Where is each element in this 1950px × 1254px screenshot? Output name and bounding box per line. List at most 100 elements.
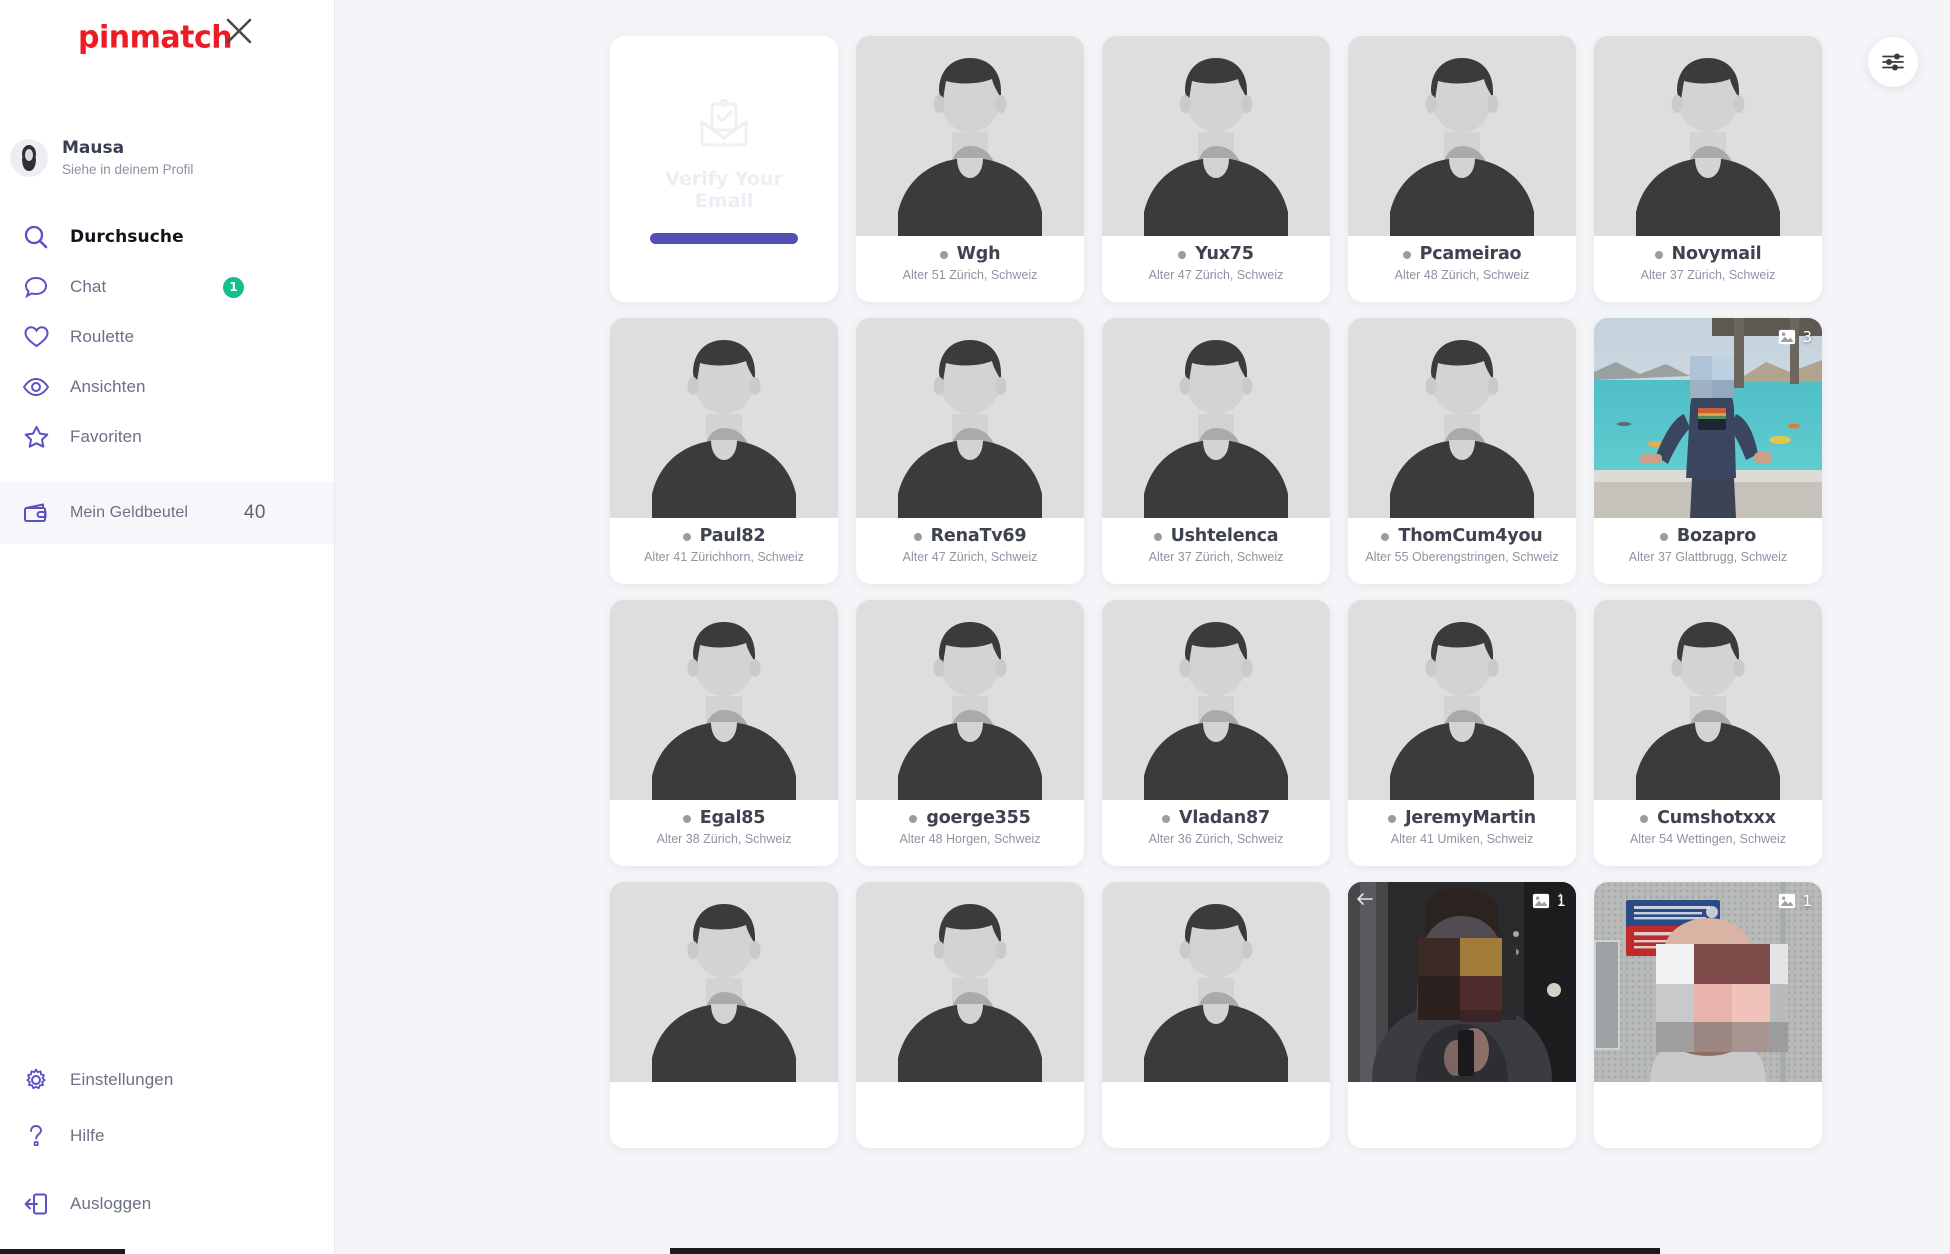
profile-card[interactable]: Ushtelenca Alter 37 Zürich, Schweiz bbox=[1102, 318, 1330, 584]
profile-photo[interactable] bbox=[856, 318, 1084, 518]
sidebar-item-label: Favoriten bbox=[70, 427, 142, 446]
profile-username: Paul82 bbox=[683, 526, 766, 546]
profile-photo[interactable] bbox=[1102, 36, 1330, 236]
profile-card[interactable]: 1 bbox=[1594, 882, 1822, 1148]
brand-logo: pinmatch bbox=[78, 19, 233, 56]
profile-card[interactable]: ThomCum4you Alter 55 Oberengstringen, Sc… bbox=[1348, 318, 1576, 584]
sidebar-item-einstellungen[interactable]: Einstellungen bbox=[0, 1052, 334, 1108]
sidebar-item-chat[interactable]: Chat 1 bbox=[0, 262, 334, 312]
sidebar-item-hilfe[interactable]: Hilfe bbox=[0, 1108, 334, 1164]
sidebar-item-roulette[interactable]: Roulette bbox=[0, 312, 334, 362]
search-icon bbox=[16, 224, 56, 250]
person-placeholder-icon bbox=[1348, 318, 1576, 518]
avatar bbox=[10, 139, 48, 177]
sidebar-item-favoriten[interactable]: Favoriten bbox=[0, 412, 334, 462]
profile-info: Alter 54 Wettingen, Schweiz bbox=[1629, 832, 1787, 847]
profile-photo[interactable] bbox=[856, 600, 1084, 800]
horizontal-scrollbar[interactable] bbox=[670, 1246, 1950, 1254]
profile-info: Alter 51 Zürich, Schweiz bbox=[902, 268, 1038, 283]
person-placeholder-icon bbox=[610, 318, 838, 518]
profile-photo[interactable] bbox=[1102, 882, 1330, 1082]
chat-bubble-icon bbox=[16, 274, 56, 300]
person-placeholder-icon bbox=[856, 318, 1084, 518]
profile-photo[interactable] bbox=[610, 318, 838, 518]
close-icon[interactable] bbox=[222, 14, 256, 48]
scrollbar-thumb[interactable] bbox=[670, 1248, 1660, 1254]
image-icon bbox=[1779, 893, 1796, 909]
profile-meta: RenaTv69 Alter 47 Zürich, Schweiz bbox=[856, 518, 1084, 584]
profile-photo[interactable] bbox=[856, 36, 1084, 236]
verify-email-button[interactable] bbox=[650, 232, 798, 244]
profile-name: Mausa bbox=[62, 137, 125, 158]
profile-info: Alter 37 Zürich, Schweiz bbox=[1148, 550, 1284, 565]
profile-card[interactable] bbox=[856, 882, 1084, 1148]
profile-card[interactable]: Wgh Alter 51 Zürich, Schweiz bbox=[856, 36, 1084, 302]
sidebar-item-wallet[interactable]: Mein Geldbeutel 40 bbox=[0, 482, 334, 544]
profile-card[interactable]: 1 ⋮ bbox=[1348, 882, 1576, 1148]
profile-meta: Wgh Alter 51 Zürich, Schweiz bbox=[856, 236, 1084, 302]
profile-card[interactable]: Novymail Alter 37 Zürich, Schweiz bbox=[1594, 36, 1822, 302]
person-placeholder-icon bbox=[1102, 882, 1330, 1082]
profile-username: Bozapro bbox=[1660, 526, 1756, 546]
corridor-photo bbox=[1348, 882, 1576, 1082]
profile-card[interactable]: Yux75 Alter 47 Zürich, Schweiz bbox=[1102, 36, 1330, 302]
profile-card[interactable] bbox=[610, 882, 838, 1148]
sidebar-item-label: Durchsuche bbox=[70, 227, 184, 247]
profile-photo[interactable] bbox=[1348, 600, 1576, 800]
profile-username: Egal85 bbox=[683, 808, 766, 828]
profile-card[interactable]: Cumshotxxx Alter 54 Wettingen, Schweiz bbox=[1594, 600, 1822, 866]
profile-meta: goerge355 Alter 48 Horgen, Schweiz bbox=[856, 800, 1084, 866]
profile-photo[interactable] bbox=[1594, 36, 1822, 236]
profile-photo[interactable]: 3 bbox=[1594, 318, 1822, 518]
profile-card[interactable]: Pcameirao Alter 48 Zürich, Schweiz bbox=[1348, 36, 1576, 302]
profile-photo[interactable]: 1 bbox=[1594, 882, 1822, 1082]
profile-info: Alter 47 Zürich, Schweiz bbox=[1148, 268, 1284, 283]
profile-info: Alter 48 Horgen, Schweiz bbox=[899, 832, 1041, 847]
person-placeholder-icon bbox=[1102, 318, 1330, 518]
photo-count-text: 1 bbox=[1802, 892, 1812, 910]
profile-card[interactable]: RenaTv69 Alter 47 Zürich, Schweiz bbox=[856, 318, 1084, 584]
profile-photo[interactable] bbox=[856, 882, 1084, 1082]
profile-photo[interactable]: 1 ⋮ bbox=[1348, 882, 1576, 1082]
back-arrow-icon[interactable] bbox=[1356, 892, 1374, 906]
more-options-icon[interactable]: ⋮ bbox=[1553, 892, 1568, 907]
person-placeholder-icon bbox=[1348, 600, 1576, 800]
profile-username: Yux75 bbox=[1178, 244, 1254, 264]
profile-card[interactable]: Egal85 Alter 38 Zürich, Schweiz bbox=[610, 600, 838, 866]
person-placeholder-icon bbox=[610, 882, 838, 1082]
main-content: Verify Your Email Wgh Alter 51 Zürich, S… bbox=[335, 0, 1950, 1254]
sidebar-item-ansichten[interactable]: Ansichten bbox=[0, 362, 334, 412]
profile-meta: Egal85 Alter 38 Zürich, Schweiz bbox=[610, 800, 838, 866]
profile-photo[interactable] bbox=[610, 600, 838, 800]
profile-photo[interactable] bbox=[1348, 318, 1576, 518]
profile-card[interactable]: Vladan87 Alter 36 Zürich, Schweiz bbox=[1102, 600, 1330, 866]
sidebar-item-ausloggen[interactable]: Ausloggen bbox=[0, 1176, 334, 1232]
profile-summary[interactable]: Mausa Siehe in deinem Profil bbox=[0, 130, 334, 186]
profile-photo[interactable] bbox=[1102, 600, 1330, 800]
profile-card[interactable]: JeremyMartin Alter 41 Umiken, Schweiz bbox=[1348, 600, 1576, 866]
profile-photo[interactable] bbox=[1102, 318, 1330, 518]
profile-photo[interactable] bbox=[1594, 600, 1822, 800]
profile-photo[interactable] bbox=[610, 882, 838, 1082]
verify-email-card[interactable]: Verify Your Email bbox=[610, 36, 838, 302]
profile-username: JeremyMartin bbox=[1388, 808, 1536, 828]
profile-info: Alter 55 Oberengstringen, Schweiz bbox=[1365, 550, 1559, 565]
profile-photo[interactable] bbox=[1348, 36, 1576, 236]
image-icon bbox=[1779, 329, 1796, 345]
sidebar-item-label: Mein Geldbeutel bbox=[70, 504, 189, 521]
profile-card[interactable]: goerge355 Alter 48 Horgen, Schweiz bbox=[856, 600, 1084, 866]
sidebar-item-label: Chat bbox=[70, 277, 107, 296]
gear-icon bbox=[16, 1067, 56, 1093]
filter-button[interactable] bbox=[1868, 37, 1918, 87]
profile-meta: Novymail Alter 37 Zürich, Schweiz bbox=[1594, 236, 1822, 302]
person-placeholder-icon bbox=[1102, 36, 1330, 236]
sidebar-item-durchsuche[interactable]: Durchsuche bbox=[0, 212, 334, 262]
profile-card[interactable]: 3 Bozapro Alter 37 Glattbrugg, Schweiz bbox=[1594, 318, 1822, 584]
chat-badge: 1 bbox=[223, 276, 244, 298]
profile-card[interactable]: Paul82 Alter 41 Zürichhorn, Schweiz bbox=[610, 318, 838, 584]
profile-info: Alter 37 Glattbrugg, Schweiz bbox=[1628, 550, 1788, 565]
profile-card[interactable] bbox=[1102, 882, 1330, 1148]
profile-username: Wgh bbox=[940, 244, 1001, 264]
photo-count-badge: 1 bbox=[1778, 892, 1812, 910]
